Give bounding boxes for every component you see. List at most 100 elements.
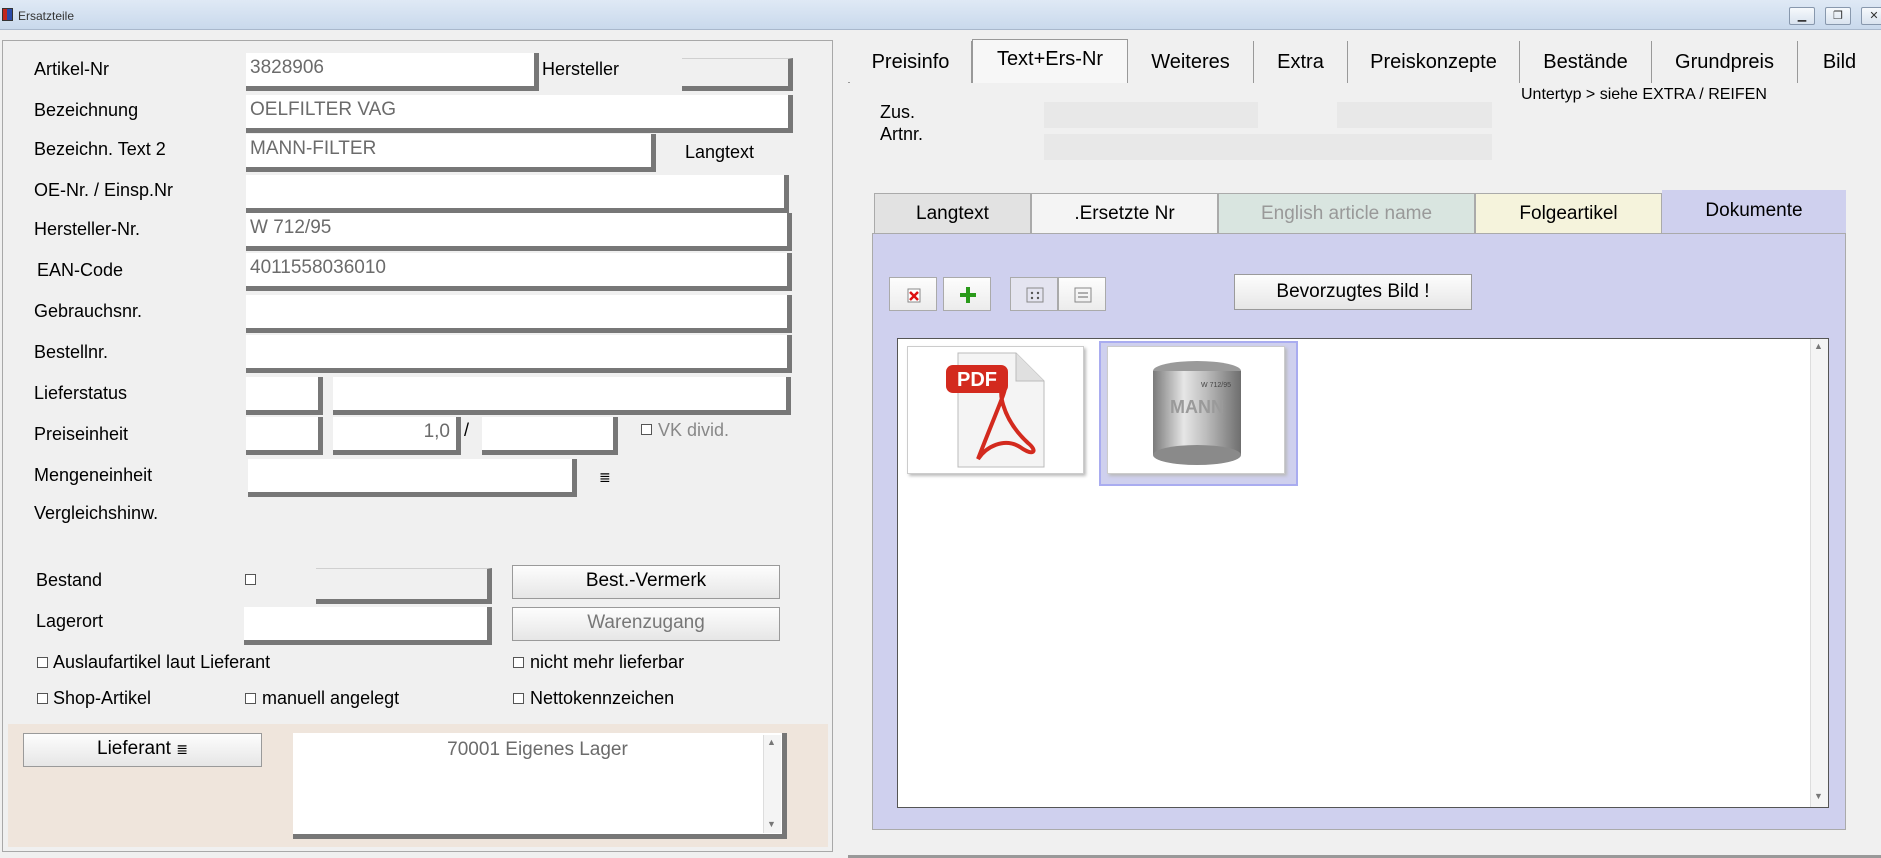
list-icon[interactable]: ≣ <box>599 469 611 486</box>
preiseinheit-slash: / <box>464 420 470 440</box>
bezeichn-text2-input[interactable]: MANN-FILTER <box>246 134 656 172</box>
lieferant-button[interactable]: Lieferant ≣ <box>23 733 262 767</box>
preferred-image-button[interactable]: Bevorzugtes Bild ! <box>1234 274 1472 310</box>
hersteller-label: Hersteller <box>542 59 620 79</box>
ean-code-label: EAN-Code <box>37 260 124 280</box>
delete-document-button[interactable] <box>889 277 937 311</box>
plus-icon <box>960 287 976 303</box>
tab-extra[interactable]: Extra <box>1254 41 1348 83</box>
add-document-button[interactable] <box>943 277 991 311</box>
lieferant-scrollbar[interactable]: ▲ ▼ <box>763 735 781 833</box>
bestand-input[interactable] <box>316 568 492 604</box>
ean-code-input[interactable]: 4011558036010 <box>246 253 792 291</box>
delete-icon <box>907 288 921 303</box>
bestand-label: Bestand <box>36 570 103 590</box>
hersteller-nr-label: Hersteller-Nr. <box>34 219 141 239</box>
zus-label: Zus. <box>880 102 916 122</box>
gebrauchsnr-input[interactable] <box>246 295 792 333</box>
bestand-checkbox[interactable] <box>245 574 256 585</box>
lieferant-button-label: Lieferant <box>97 738 171 759</box>
documents-scrollbar[interactable]: ▲ ▼ <box>1810 339 1828 807</box>
tab-bild[interactable]: Bild <box>1798 41 1881 83</box>
auslaufartikel-checkbox[interactable] <box>37 657 48 668</box>
document-thumbnail-pdf[interactable]: PDF <box>907 346 1084 474</box>
subtab-dokumente[interactable]: Dokumente <box>1662 190 1846 234</box>
oil-filter-image-icon: MANN W 712/95 <box>1153 361 1241 465</box>
lieferant-value: 70001 Eigenes Lager <box>447 739 628 760</box>
close-button[interactable]: ✕ <box>1861 7 1881 25</box>
auslaufartikel-label: Auslaufartikel laut Lieferant <box>53 652 271 672</box>
mengeneinheit-label: Mengeneinheit <box>34 465 153 485</box>
preiseinheit-b-input[interactable]: 1,0 <box>333 417 461 455</box>
hersteller-input[interactable] <box>682 58 793 91</box>
shop-artikel-checkbox[interactable] <box>37 693 48 704</box>
filter-brand-text: MANN <box>1170 397 1224 417</box>
bezeichnung-label: Bezeichnung <box>34 100 139 120</box>
untertyp-note: Untertyp > siehe EXTRA / REIFEN <box>1521 86 1767 103</box>
vk-divid-label: VK divid. <box>658 420 730 440</box>
lieferant-textbox[interactable]: 70001 Eigenes Lager <box>293 733 787 839</box>
document-thumbnail-oil-filter[interactable]: MANN W 712/95 <box>1107 346 1285 474</box>
tab-weiteres[interactable]: Weiteres <box>1128 41 1254 83</box>
hersteller-nr-input[interactable]: W 712/95 <box>246 213 792 251</box>
nicht-mehr-lieferbar-checkbox[interactable] <box>513 657 524 668</box>
lagerort-label: Lagerort <box>36 611 104 631</box>
artnr-field[interactable] <box>1044 134 1492 160</box>
pdf-file-icon: PDF <box>946 352 1045 468</box>
restore-button[interactable]: ❐ <box>1825 7 1851 25</box>
artnr-label: Artnr. <box>880 124 924 144</box>
preiseinheit-c-input[interactable] <box>482 417 618 455</box>
lieferstatus-text-input[interactable] <box>333 377 791 415</box>
preiseinheit-a-input[interactable] <box>246 417 323 455</box>
scroll-down-arrow-icon[interactable]: ▼ <box>1814 791 1823 801</box>
scroll-up-arrow-icon[interactable]: ▲ <box>1814 341 1823 351</box>
subtab-langtext[interactable]: Langtext <box>874 193 1031 233</box>
manuell-angelegt-checkbox[interactable] <box>245 693 256 704</box>
filter-model-text: W 712/95 <box>1201 382 1231 389</box>
tab-grundpreis[interactable]: Grundpreis <box>1652 41 1798 83</box>
tab-preiskonzepte[interactable]: Preiskonzepte <box>1348 41 1520 83</box>
warenzugang-button[interactable]: Warenzugang <box>512 607 780 641</box>
subtab-ersetzte-nr[interactable]: .Ersetzte Nr <box>1031 193 1218 233</box>
subtab-english-article-name[interactable]: English article name <box>1218 193 1475 233</box>
langtext-label: Langtext <box>685 142 755 162</box>
manuell-angelegt-label: manuell angelegt <box>262 688 400 708</box>
bezeichn-text2-label: Bezeichn. Text 2 <box>34 139 166 159</box>
icon-view-button[interactable] <box>1010 277 1058 311</box>
artikel-nr-input[interactable]: 3828906 <box>246 53 539 91</box>
bestellnr-input[interactable] <box>246 335 792 373</box>
scroll-down-arrow-icon[interactable]: ▼ <box>767 819 776 829</box>
bestellnr-label: Bestellnr. <box>34 342 109 362</box>
nettokennzeichen-label: Nettokennzeichen <box>530 688 675 708</box>
window-title: Ersatzteile <box>18 9 75 23</box>
zus-field-2[interactable] <box>1337 102 1492 128</box>
artikel-nr-label: Artikel-Nr <box>34 59 109 79</box>
best-vermerk-button[interactable]: Best.-Vermerk <box>512 565 780 599</box>
oe-nr-label: OE-Nr. / Einsp.Nr <box>34 180 174 200</box>
subtab-folgeartikel[interactable]: Folgeartikel <box>1475 193 1662 233</box>
list-view-icon <box>1074 287 1092 303</box>
vk-divid-checkbox[interactable] <box>641 424 652 435</box>
tab-bestaende[interactable]: Bestände <box>1520 41 1652 83</box>
nettokennzeichen-checkbox[interactable] <box>513 693 524 704</box>
minimize-button[interactable]: ▁ <box>1789 7 1815 25</box>
bezeichnung-input[interactable]: OELFILTER VAG <box>246 95 793 133</box>
lieferstatus-label: Lieferstatus <box>34 383 128 403</box>
preiseinheit-label: Preiseinheit <box>34 424 129 444</box>
gebrauchsnr-label: Gebrauchsnr. <box>34 301 143 321</box>
zus-field[interactable] <box>1044 102 1258 128</box>
mengeneinheit-input[interactable] <box>248 459 577 497</box>
shop-artikel-label: Shop-Artikel <box>53 688 152 708</box>
grid-view-icon <box>1026 287 1044 303</box>
lagerort-input[interactable] <box>244 607 492 645</box>
vergleichshinw-label: Vergleichshinw. <box>34 503 159 523</box>
tab-text-ers-nr[interactable]: Text+Ers-Nr <box>972 39 1128 83</box>
lieferstatus-code-input[interactable] <box>246 377 323 415</box>
title-bar: Ersatzteile ▁ ❐ ✕ <box>0 0 1881 30</box>
oe-nr-input[interactable] <box>246 175 789 213</box>
list-view-button[interactable] <box>1058 277 1106 311</box>
pdf-badge: PDF <box>957 369 997 391</box>
nicht-mehr-lieferbar-label: nicht mehr lieferbar <box>530 652 685 672</box>
scroll-up-arrow-icon[interactable]: ▲ <box>767 737 776 747</box>
tab-preisinfo[interactable]: Preisinfo <box>850 41 972 83</box>
